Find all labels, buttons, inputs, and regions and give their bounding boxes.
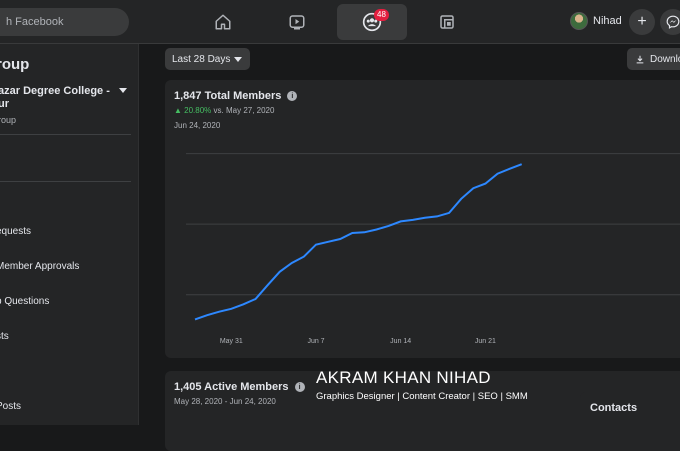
x-tick-label: Jun 21 <box>475 338 496 345</box>
chevron-down-icon <box>234 57 242 62</box>
notification-badge: 48 <box>374 9 389 21</box>
total-members-card: 1,847 Total Members i ▲ 20.80% vs. May 2… <box>165 80 680 358</box>
chart-grid <box>186 153 680 296</box>
search-placeholder: h Facebook <box>6 16 64 28</box>
series-line-total-members <box>194 163 523 321</box>
divider <box>0 181 131 182</box>
sidebar-item-questions[interactable]: p Questions <box>0 296 49 307</box>
total-members-chart: May 31 Jun 7 Jun 14 Jun 21 <box>186 153 680 345</box>
card-title: 1,405 Active Members i <box>174 381 305 393</box>
left-sidebar: roup azar Degree College - ur roup eques… <box>0 44 139 425</box>
nav-home[interactable] <box>188 4 258 40</box>
overlay-name: AKRAM KHAN NIHAD <box>316 368 491 387</box>
sidebar-title: roup <box>0 56 30 73</box>
download-button[interactable]: Downlo <box>627 48 680 70</box>
download-icon <box>636 55 644 63</box>
chevron-down-icon[interactable] <box>119 88 127 93</box>
card-date-range: May 28, 2020 - Jun 24, 2020 <box>174 397 276 406</box>
home-icon <box>215 14 231 30</box>
create-button[interactable]: + <box>629 9 655 35</box>
top-navigation-bar: h Facebook 48 Nihad + <box>0 0 680 44</box>
messenger-icon <box>666 15 680 29</box>
avatar <box>570 12 588 30</box>
x-tick-label: Jun 7 <box>307 338 324 345</box>
x-axis-ticks: May 31 Jun 7 Jun 14 Jun 21 <box>220 338 496 345</box>
active-members-title: 1,405 Active Members <box>174 381 289 393</box>
gaming-icon <box>440 15 454 29</box>
messenger-button[interactable] <box>660 9 680 35</box>
overlay-role: Graphics Designer | Content Creator | SE… <box>316 391 528 402</box>
date-range-label: Last 28 Days <box>172 53 231 65</box>
video-icon <box>289 15 305 30</box>
contacts-label: Contacts <box>590 402 638 414</box>
nav-gaming[interactable] <box>412 4 482 40</box>
divider <box>0 134 131 135</box>
watermark-overlay: AKRAM KHAN NIHAD Graphics Designer | Con… <box>316 368 528 402</box>
search-input[interactable]: h Facebook <box>0 8 129 36</box>
sidebar-item-member-approvals[interactable]: Member Approvals <box>0 261 79 272</box>
profile-button[interactable]: Nihad <box>570 12 622 30</box>
plus-icon: + <box>637 13 647 30</box>
nav-groups[interactable]: 48 <box>337 4 407 40</box>
group-name[interactable]: azar Degree College - ur <box>0 85 118 111</box>
contacts-panel[interactable]: Contacts <box>580 392 680 425</box>
sidebar-item-posts[interactable]: sts <box>0 331 9 342</box>
nav-watch[interactable] <box>262 4 332 40</box>
download-label: Downlo <box>650 53 680 65</box>
profile-name: Nihad <box>593 15 622 27</box>
group-type: roup <box>0 115 17 125</box>
info-icon[interactable]: i <box>294 382 305 392</box>
x-tick-label: Jun 14 <box>390 338 411 345</box>
sidebar-item-requests[interactable]: equests <box>0 226 31 237</box>
sidebar-item-scheduled-posts[interactable]: Posts <box>0 401 21 412</box>
date-range-select[interactable]: Last 28 Days <box>165 48 250 70</box>
x-tick-label: May 31 <box>220 338 243 345</box>
